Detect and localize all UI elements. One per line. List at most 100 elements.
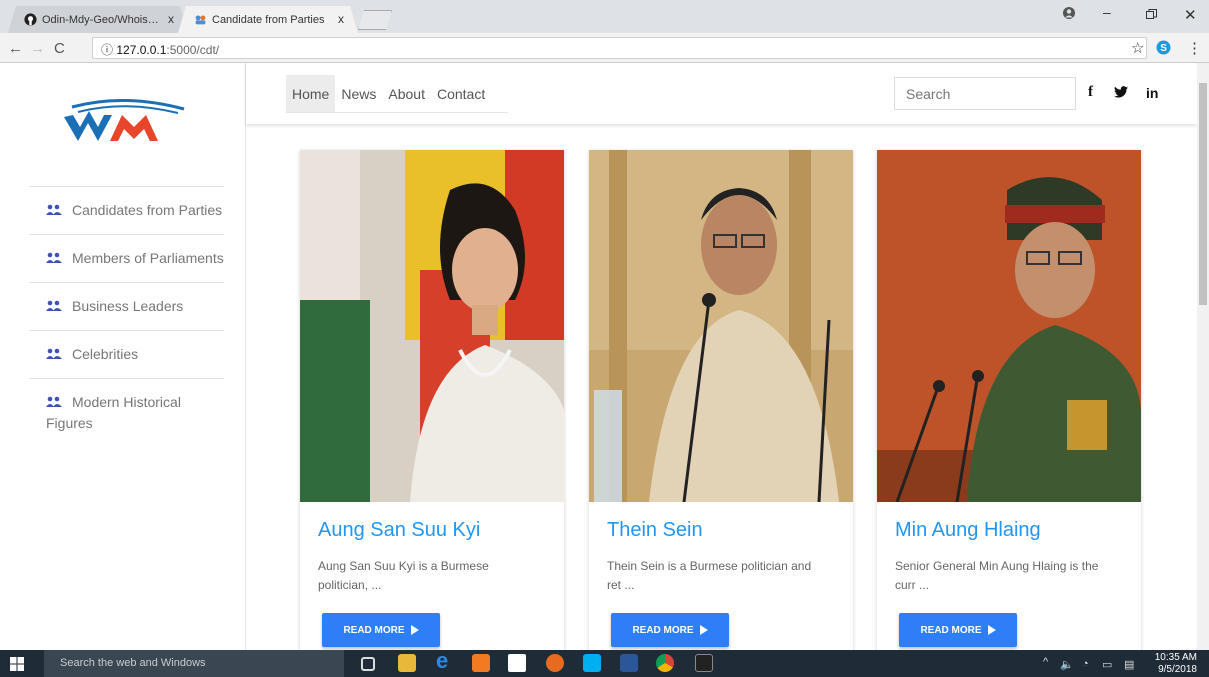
web-page: Candidates from Parties Members of Parli… xyxy=(0,63,1209,650)
facebook-icon[interactable]: f xyxy=(1088,84,1093,101)
category-list: Candidates from Parties Members of Parli… xyxy=(29,186,224,447)
browser-tab-active[interactable]: Candidate from Parties x xyxy=(178,6,358,33)
browser-tab-strip: Odin-Mdy-Geo/WhoisWhoin x Candidate from… xyxy=(0,0,1209,33)
nav-contact[interactable]: Contact xyxy=(431,75,491,113)
users-icon xyxy=(46,252,62,263)
sidebar-item-label: Business Leaders xyxy=(72,298,184,314)
browser-tab-github[interactable]: Odin-Mdy-Geo/WhoisWhoin x xyxy=(8,6,188,33)
sidebar-item-candidates[interactable]: Candidates from Parties xyxy=(29,186,224,234)
bookmark-star-icon[interactable]: ☆ xyxy=(1131,39,1144,57)
read-more-button[interactable]: READ MORE xyxy=(899,613,1017,647)
person-description: Thein Sein is a Burmese politician and r… xyxy=(607,559,812,592)
person-card: Min Aung Hlaing Senior General Min Aung … xyxy=(877,150,1141,650)
file-explorer-icon[interactable] xyxy=(398,654,416,672)
person-description: Aung San Suu Kyi is a Burmese politician… xyxy=(318,559,489,592)
task-view-icon[interactable] xyxy=(361,657,375,671)
read-more-label: READ MORE xyxy=(920,624,982,636)
svg-text:S: S xyxy=(1160,43,1167,54)
taskbar-search-input[interactable]: Search the web and Windows xyxy=(44,650,344,677)
person-name[interactable]: Aung San Suu Kyi xyxy=(318,519,480,542)
person-name[interactable]: Min Aung Hlaing xyxy=(895,519,1041,542)
sidebar-item-celebrities[interactable]: Celebrities xyxy=(29,330,224,378)
xampp-icon[interactable] xyxy=(472,654,490,672)
person-description: Senior General Min Aung Hlaing is the cu… xyxy=(895,559,1099,592)
users-icon xyxy=(46,300,62,311)
volume-icon[interactable]: 🔈 xyxy=(1060,658,1074,671)
person-photo xyxy=(877,150,1141,502)
sidebar-item-historical[interactable]: Modern Historical Figures xyxy=(29,378,224,447)
minimize-icon[interactable]: – xyxy=(1103,4,1111,20)
edge-icon[interactable]: e xyxy=(436,648,454,673)
close-tab-icon[interactable]: x xyxy=(338,12,344,26)
back-icon[interactable]: ← xyxy=(8,40,23,57)
sidebar-item-label: Celebrities xyxy=(72,346,139,362)
sidebar-item-business[interactable]: Business Leaders xyxy=(29,282,224,330)
clock-date: 9/5/2018 xyxy=(1158,664,1197,675)
clock-time: 10:35 AM xyxy=(1154,652,1197,663)
read-more-label: READ MORE xyxy=(632,624,694,636)
reload-icon[interactable]: C xyxy=(54,40,65,57)
main-menu: Home News About Contact xyxy=(286,75,491,113)
site-favicon-icon xyxy=(194,13,207,26)
menu-kebab-icon[interactable]: ⋮ xyxy=(1187,39,1202,57)
users-icon xyxy=(46,348,62,359)
tab-title: Odin-Mdy-Geo/WhoisWhoin xyxy=(42,13,159,26)
tray-chevron-icon[interactable]: ^ xyxy=(1043,656,1048,668)
chrome-icon[interactable] xyxy=(656,654,674,672)
person-photo xyxy=(589,150,853,502)
word-icon[interactable] xyxy=(620,654,638,672)
top-navbar: Home News About Contact f in xyxy=(246,63,1197,124)
taskbar-clock[interactable]: 10:35 AM 9/5/2018 xyxy=(1155,652,1197,676)
play-arrow-icon xyxy=(987,625,996,635)
site-logo[interactable] xyxy=(64,97,194,149)
skype-icon[interactable] xyxy=(583,654,601,672)
person-name[interactable]: Thein Sein xyxy=(607,519,703,542)
read-more-button[interactable]: READ MORE xyxy=(322,613,440,647)
windows-taskbar: Search the web and Windows e ^ 🔈 ◔ ▭ ▤ 1… xyxy=(0,648,1209,677)
close-window-icon[interactable]: ✕ xyxy=(1184,6,1197,24)
scrollbar-thumb[interactable] xyxy=(1199,83,1207,305)
github-icon xyxy=(24,13,37,26)
users-icon xyxy=(46,396,62,407)
notifications-icon[interactable]: ▤ xyxy=(1124,658,1134,671)
sidebar-item-label: Modern Historical Figures xyxy=(46,394,181,431)
search-input[interactable] xyxy=(894,77,1076,110)
twitter-icon[interactable] xyxy=(1114,85,1128,101)
page-scrollbar[interactable] xyxy=(1197,63,1209,650)
person-photo xyxy=(300,150,564,502)
menu-divider xyxy=(286,112,508,113)
linkedin-icon[interactable]: in xyxy=(1146,85,1158,101)
skype-extension-icon[interactable]: S xyxy=(1156,40,1171,59)
network-icon[interactable]: ◔ xyxy=(1082,658,1089,670)
store-icon[interactable] xyxy=(508,654,526,672)
sidebar: Candidates from Parties Members of Parli… xyxy=(0,63,246,650)
play-arrow-icon xyxy=(410,625,419,635)
battery-icon[interactable]: ▭ xyxy=(1102,658,1112,671)
nav-news[interactable]: News xyxy=(335,75,382,113)
person-card: Aung San Suu Kyi Aung San Suu Kyi is a B… xyxy=(300,150,564,650)
users-icon xyxy=(46,204,62,215)
terminal-icon[interactable] xyxy=(695,654,713,672)
read-more-label: READ MORE xyxy=(343,624,405,636)
sidebar-item-label: Members of Parliaments xyxy=(72,250,224,266)
sidebar-item-label: Candidates from Parties xyxy=(72,202,223,218)
person-card: Thein Sein Thein Sein is a Burmese polit… xyxy=(589,150,853,650)
read-more-button[interactable]: READ MORE xyxy=(611,613,729,647)
address-bar: ← → C ⓘ 127.0.0.1:5000/cdt/ ☆ S ⋮ xyxy=(0,33,1209,63)
url-field[interactable]: ⓘ 127.0.0.1:5000/cdt/ xyxy=(92,37,1147,59)
url-host: 127.0.0.1 xyxy=(116,43,167,57)
firefox-icon[interactable] xyxy=(546,654,564,672)
nav-about[interactable]: About xyxy=(382,75,431,113)
tab-title: Candidate from Parties xyxy=(212,13,325,26)
nav-home[interactable]: Home xyxy=(286,75,336,113)
site-info-icon[interactable]: ⓘ xyxy=(101,43,113,57)
windows-start-icon[interactable] xyxy=(10,657,24,671)
new-tab-button[interactable] xyxy=(358,10,392,30)
profile-icon[interactable] xyxy=(1062,6,1076,23)
sidebar-item-parliament[interactable]: Members of Parliaments xyxy=(29,234,224,282)
play-arrow-icon xyxy=(699,625,708,635)
restore-icon[interactable] xyxy=(1146,7,1157,23)
forward-icon[interactable]: → xyxy=(30,40,45,57)
close-tab-icon[interactable]: x xyxy=(168,12,174,26)
url-path: :5000/cdt/ xyxy=(166,43,220,57)
